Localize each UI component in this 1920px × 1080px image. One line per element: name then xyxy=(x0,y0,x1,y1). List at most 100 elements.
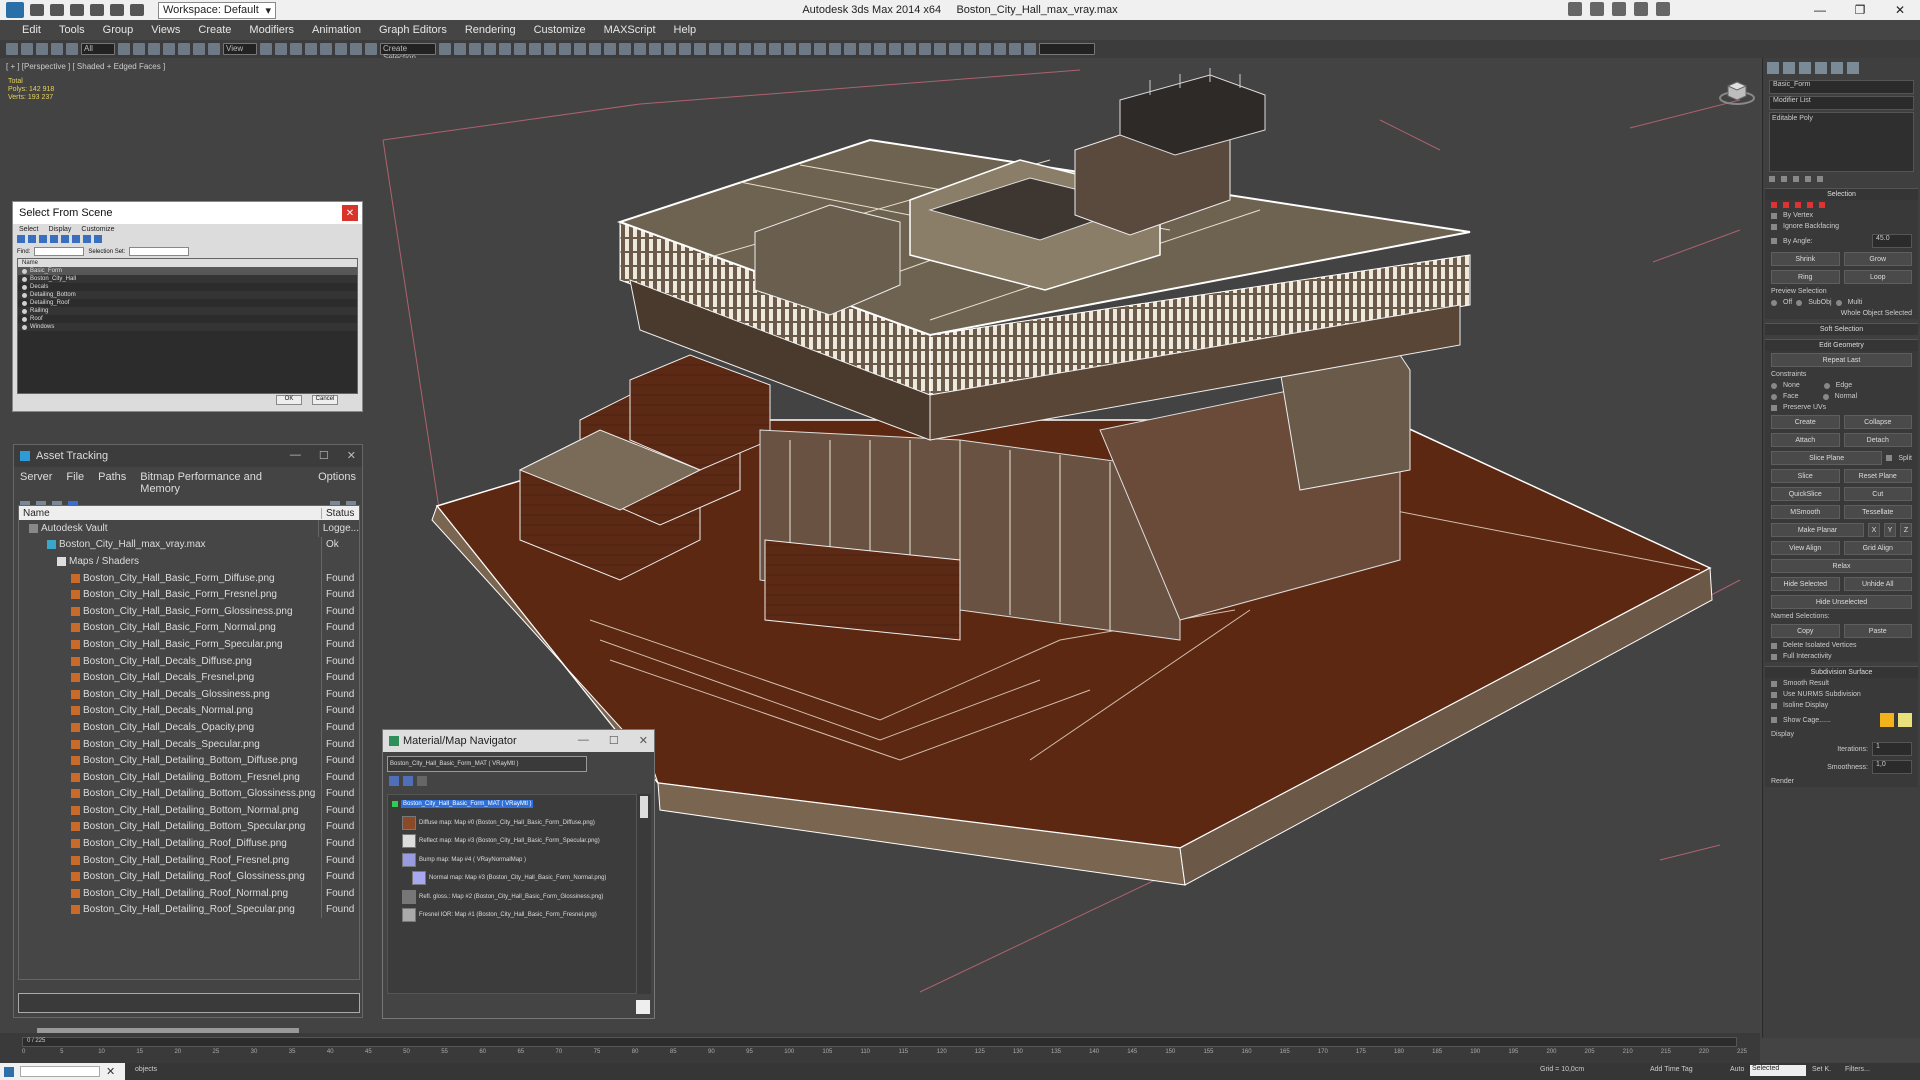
create-button[interactable]: Create xyxy=(1771,415,1840,429)
scale-icon[interactable] xyxy=(208,43,220,55)
menu-create[interactable]: Create xyxy=(198,24,231,36)
table-row[interactable]: Boston_City_Hall_Detailing_Roof_Fresnel.… xyxy=(19,851,359,869)
plane-icon[interactable] xyxy=(694,43,706,55)
filter-helpers-icon[interactable] xyxy=(61,235,69,243)
menu-animation[interactable]: Animation xyxy=(312,24,361,36)
tree-node[interactable]: Diffuse map: Map #0 (Boston_City_Hall_Ba… xyxy=(388,814,636,833)
filter-xrefs-icon[interactable] xyxy=(94,235,102,243)
table-row[interactable]: Boston_City_Hall_Detailing_Bottom_Glossi… xyxy=(19,785,359,803)
border-icon[interactable] xyxy=(1795,202,1801,208)
list-item[interactable]: Railing xyxy=(18,307,357,315)
constraint-edge-radio[interactable]: Edge xyxy=(1836,382,1852,389)
table-row[interactable]: Boston_City_Hall_Detailing_Bottom_Specul… xyxy=(19,818,359,836)
preview-subobj-radio[interactable]: SubObj xyxy=(1808,299,1831,306)
view-icons-icon[interactable] xyxy=(403,776,413,786)
planar-x-button[interactable]: X xyxy=(1868,523,1880,537)
isoline-display-checkbox[interactable]: Isoline Display xyxy=(1783,702,1828,709)
minimize-button[interactable]: — xyxy=(578,734,589,747)
table-row[interactable]: Boston_City_Hall_Basic_Form_Normal.png Fo… xyxy=(19,619,359,637)
filter-lights-icon[interactable] xyxy=(39,235,47,243)
full-interactivity-checkbox[interactable]: Full Interactivity xyxy=(1783,653,1832,660)
snap-icon[interactable] xyxy=(305,43,317,55)
new-file-icon[interactable] xyxy=(30,4,44,16)
rollout-header[interactable]: Edit Geometry xyxy=(1765,340,1918,351)
tree-node[interactable]: Bump map: Map #4 ( VRayNormalMap ) xyxy=(388,851,636,870)
cage-color-swatch[interactable] xyxy=(1880,713,1894,727)
menu-group[interactable]: Group xyxy=(103,24,134,36)
xref-icon[interactable] xyxy=(1024,43,1036,55)
table-row[interactable]: Boston_City_Hall_Detailing_Bottom_Fresne… xyxy=(19,768,359,786)
camera-icon[interactable] xyxy=(724,43,736,55)
close-button[interactable]: ✕ xyxy=(347,449,356,462)
link-icon[interactable] xyxy=(36,43,48,55)
named-selection-dropdown[interactable]: Create Selection xyxy=(380,43,436,62)
freeform-icon[interactable] xyxy=(604,43,616,55)
star-icon[interactable] xyxy=(1634,2,1648,16)
by-vertex-row[interactable]: By Vertex xyxy=(1765,210,1918,221)
constraint-none-radio[interactable]: None xyxy=(1783,382,1800,389)
angle-spinner[interactable]: 45.0 xyxy=(1872,234,1912,248)
menu-help[interactable]: Help xyxy=(674,24,697,36)
help-icon[interactable] xyxy=(1656,2,1670,16)
redo-icon[interactable] xyxy=(21,43,33,55)
create-tab-icon[interactable] xyxy=(1767,62,1779,74)
tree-node[interactable]: Fresnel IOR: Map #1 (Boston_City_Hall_Ba… xyxy=(388,906,636,925)
app-menu-icon[interactable] xyxy=(6,2,24,18)
render-setup-icon[interactable] xyxy=(544,43,556,55)
element-icon[interactable] xyxy=(1819,202,1825,208)
menu-graph-editors[interactable]: Graph Editors xyxy=(379,24,447,36)
auto-key-button[interactable]: Auto xyxy=(1730,1066,1744,1073)
box-icon[interactable] xyxy=(649,43,661,55)
taper-icon[interactable] xyxy=(814,43,826,55)
name-column-header[interactable]: Name xyxy=(18,259,357,267)
undo-icon[interactable] xyxy=(90,4,104,16)
save-file-icon[interactable] xyxy=(70,4,84,16)
vertex-icon[interactable] xyxy=(1771,202,1777,208)
close-icon[interactable]: ✕ xyxy=(106,1065,115,1078)
cage-selected-color-swatch[interactable] xyxy=(1898,713,1912,727)
shell-icon[interactable] xyxy=(859,43,871,55)
vray-icon[interactable] xyxy=(904,43,916,55)
vray-proxy-icon[interactable] xyxy=(949,43,961,55)
vray-frame-icon[interactable] xyxy=(919,43,931,55)
table-row[interactable]: Boston_City_Hall_Decals_Normal.png Found xyxy=(19,702,359,720)
list-item[interactable]: Roof xyxy=(18,315,357,323)
attach-button[interactable]: Attach xyxy=(1771,433,1840,447)
resize-corner[interactable] xyxy=(636,1000,650,1014)
reset-plane-button[interactable]: Reset Plane xyxy=(1843,469,1912,483)
paste-button[interactable]: Paste xyxy=(1843,624,1912,638)
rendered-frame-icon[interactable] xyxy=(559,43,571,55)
ok-button[interactable]: OK xyxy=(276,395,302,405)
pin-stack-icon[interactable] xyxy=(1769,176,1775,182)
table-row[interactable]: Boston_City_Hall_Decals_Specular.png Foun… xyxy=(19,735,359,753)
menu-options[interactable]: Options xyxy=(318,471,356,495)
close-icon[interactable]: ✕ xyxy=(342,205,358,221)
filter-cameras-icon[interactable] xyxy=(50,235,58,243)
slice-button[interactable]: Slice xyxy=(1771,469,1840,483)
preview-off-radio[interactable]: Off xyxy=(1783,299,1792,306)
copy-button[interactable]: Copy xyxy=(1771,624,1840,638)
hide-selected-button[interactable]: Hide Selected xyxy=(1771,577,1840,591)
time-slider[interactable]: 0 / 225 xyxy=(22,1037,1737,1047)
hide-unselected-button[interactable]: Hide Unselected xyxy=(1771,595,1912,609)
edit-named-sel-icon[interactable] xyxy=(365,43,377,55)
undo-icon[interactable] xyxy=(6,43,18,55)
uvw-icon[interactable] xyxy=(784,43,796,55)
list-item[interactable]: Windows xyxy=(18,323,357,331)
tree-node[interactable]: Reflect map: Map #3 (Boston_City_Hall_Ba… xyxy=(388,832,636,851)
menu-maxscript[interactable]: MAXScript xyxy=(604,24,656,36)
configure-sets-icon[interactable] xyxy=(1817,176,1823,182)
table-row[interactable]: Boston_City_Hall_Basic_Form_Specular.png… xyxy=(19,636,359,653)
move-icon[interactable] xyxy=(178,43,190,55)
listener-input[interactable] xyxy=(20,1066,100,1077)
tree-node-root[interactable]: Boston_City_Hall_Basic_Form_MAT ( VRayMt… xyxy=(388,795,636,814)
menu-select[interactable]: Select xyxy=(19,226,38,233)
menu-views[interactable]: Views xyxy=(151,24,180,36)
maximize-button[interactable]: ☐ xyxy=(319,449,329,462)
mirror-icon[interactable] xyxy=(439,43,451,55)
modifier-list-dropdown[interactable]: Modifier List xyxy=(1769,96,1914,110)
unlink-icon[interactable] xyxy=(51,43,63,55)
filter-geometry-icon[interactable] xyxy=(17,235,25,243)
table-row[interactable]: Boston_City_Hall_max_vray.max Ok xyxy=(19,536,359,554)
menu-server[interactable]: Server xyxy=(20,471,52,495)
